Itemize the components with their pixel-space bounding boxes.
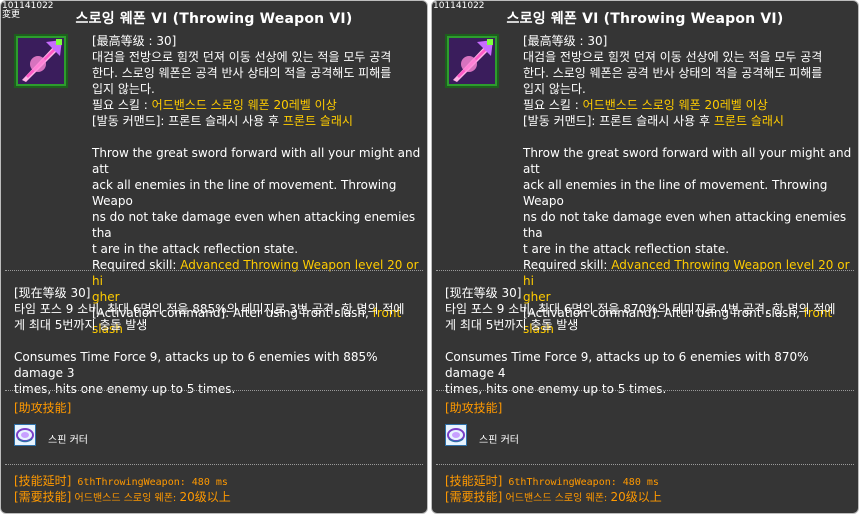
need-level: 20级以上 <box>179 490 231 504</box>
desc-en-line: ack all enemies in the line of movement.… <box>92 178 397 208</box>
desc-ko-line: 대검을 전방으로 힘껏 던져 이동 선상에 있는 적을 모두 공격 <box>92 50 392 64</box>
current-desc-en: Consumes Time Force 9, attacks up to 6 e… <box>445 350 809 380</box>
spin-cutter-icon[interactable] <box>445 424 467 446</box>
desc-ko-line: 입지 않는다. <box>92 82 155 96</box>
divider <box>5 464 423 465</box>
current-desc-en: Consumes Time Force 9, attacks up to 6 e… <box>14 350 378 380</box>
spin-cutter-icon[interactable] <box>14 424 36 446</box>
assist-skills-header: [助攻技能] <box>445 401 503 415</box>
delay-value: 6thThrowingWeapon: 480 ms <box>502 477 659 488</box>
desc-en-line: Throw the great sword forward with all y… <box>92 146 421 176</box>
skill-title: 스로잉 웨폰 VI (Throwing Weapon VI) <box>506 11 784 27</box>
need-label: [需要技能] <box>445 490 503 504</box>
desc-en-line: Throw the great sword forward with all y… <box>523 146 852 176</box>
desc-en-line: t are in the attack reflection state. <box>523 242 730 256</box>
max-level: [最高等级 : 30] <box>92 34 177 48</box>
delay-value: 6thThrowingWeapon: 480 ms <box>71 477 228 488</box>
delay-label: [技能延时] <box>14 474 72 488</box>
desc-en-line: ack all enemies in the line of movement.… <box>523 178 828 208</box>
required-skill-ko: 필요 스킬 : 어드밴스드 스로잉 웨폰 20레벨 이상 <box>92 98 337 112</box>
required-skill-ko: 필요 스킬 : 어드밴스드 스로잉 웨폰 20레벨 이상 <box>523 98 768 112</box>
current-desc-ko: 타임 포스 9 소비, 최대 6명의 적을 885%의 데미지로 3번 공격, … <box>14 302 405 316</box>
divider <box>5 270 423 271</box>
activation-command-ko: [발동 커맨드]: 프론트 슬래시 사용 후 프론트 슬래시 <box>523 114 784 128</box>
required-skill-row: [需要技能] 어드밴스드 스로잉 웨폰: 20级以上 <box>445 489 850 507</box>
divider <box>436 270 854 271</box>
desc-en-line: t are in the attack reflection state. <box>92 242 299 256</box>
need-level: 20级以上 <box>610 490 662 504</box>
need-label: [需要技能] <box>14 490 72 504</box>
divider <box>436 464 854 465</box>
desc-ko-line: 입지 않는다. <box>523 82 586 96</box>
current-desc-en: times, hits one enemy up to 5 times. <box>14 382 236 396</box>
activation-command-ko: [발동 커맨드]: 프론트 슬래시 사용 후 프론트 슬래시 <box>92 114 353 128</box>
skill-tooltip-right: 101141022 스로잉 웨폰 VI (Throwing Weapon VI)… <box>431 0 859 514</box>
delay-label: [技能延时] <box>445 474 503 488</box>
assist-skills-header: [助攻技能] <box>14 401 72 415</box>
throwing-sword-icon <box>14 34 68 88</box>
need-value: 어드밴스드 스로잉 웨폰: <box>502 493 611 504</box>
desc-en-line: ns do not take damage even when attackin… <box>523 210 847 240</box>
divider <box>436 390 854 391</box>
current-desc-ko: 타임 포스 9 소비, 최대 6명의 적을 870%의 데미지로 4번 공격, … <box>445 302 836 316</box>
current-level-section: [现在等级 30] 타임 포스 9 소비, 최대 6명의 적을 870%의 데미… <box>445 285 850 397</box>
current-desc-ko: 게 최대 5번까지 충돌 발생 <box>445 318 579 332</box>
desc-ko-line: 대검을 전방으로 힘껏 던져 이동 선상에 있는 적을 모두 공격 <box>523 50 823 64</box>
assist-skill-name: 스핀 커터 <box>479 435 519 446</box>
desc-en-line: ns do not take damage even when attackin… <box>92 210 416 240</box>
divider <box>5 390 423 391</box>
required-skill-row: [需要技能] 어드밴스드 스로잉 웨폰: 20级以上 <box>14 489 419 507</box>
current-level: [现在等级 30] <box>14 286 91 300</box>
current-level-section: [现在等级 30] 타임 포스 9 소비, 최대 6명의 적을 885%의 데미… <box>14 285 419 397</box>
desc-ko-line: 한다. 스로잉 웨폰은 공격 반사 상태의 적을 공격해도 피해를 <box>92 66 392 80</box>
current-desc-ko: 게 최대 5번까지 충돌 발생 <box>14 318 148 332</box>
current-desc-en: times, hits one enemy up to 5 times. <box>445 382 667 396</box>
skill-tooltip-left: 101141022 変更 스로잉 웨폰 VI (Throwing Weapon … <box>0 0 428 514</box>
skill-title: 스로잉 웨폰 VI (Throwing Weapon VI) <box>75 11 353 27</box>
max-level: [最高等级 : 30] <box>523 34 608 48</box>
assist-skill-name: 스핀 커터 <box>48 435 88 446</box>
current-level: [现在等级 30] <box>445 286 522 300</box>
desc-ko-line: 한다. 스로잉 웨폰은 공격 반사 상태의 적을 공격해도 피해를 <box>523 66 823 80</box>
need-value: 어드밴스드 스로잉 웨폰: <box>71 493 180 504</box>
throwing-sword-icon <box>445 34 499 88</box>
